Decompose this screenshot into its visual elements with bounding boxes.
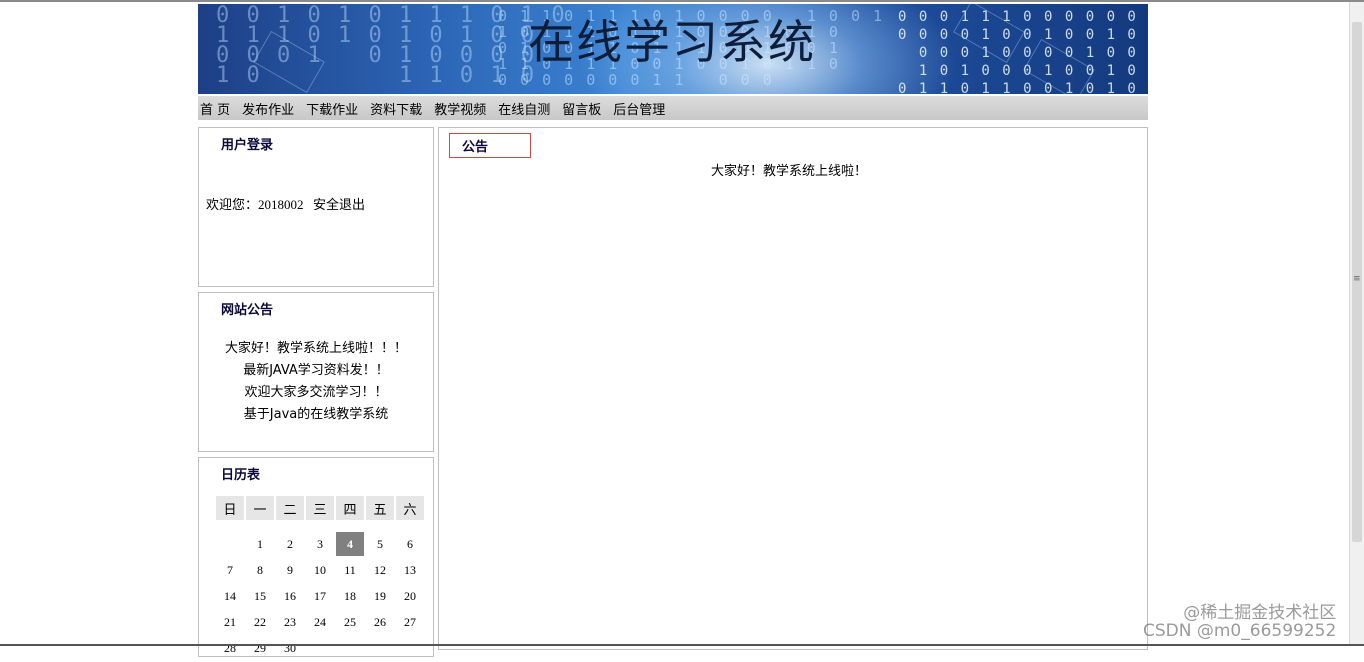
calendar-day[interactable]: 21 (216, 610, 244, 634)
announcement-message: 大家好！教学系统上线啦！ (710, 164, 867, 179)
calendar-spacer-row (216, 522, 424, 530)
watermark-line: @稀土掘金技术社区 (1183, 603, 1337, 623)
site-notice-title: 网站公告 (221, 303, 274, 318)
calendar-weekday: 二 (276, 496, 304, 520)
calendar-day[interactable]: 1 (246, 532, 274, 556)
calendar-day[interactable]: 14 (216, 584, 244, 608)
calendar-week-row: 14 15 16 17 18 19 20 (216, 584, 424, 608)
calendar-weekday: 六 (396, 496, 424, 520)
calendar-weekday: 五 (366, 496, 394, 520)
announcement-tab: 公告 (449, 133, 531, 158)
nav-item-download-homework[interactable]: 下载作业 (306, 99, 358, 118)
calendar-day[interactable]: 23 (276, 610, 304, 634)
calendar-week-row: 21 22 23 24 25 26 27 (216, 610, 424, 634)
calendar-days: 1 2 3 4 5 6 7 8 9 10 11 12 13 14 15 16 17 18 19 20 21 22 23 24 2… (216, 522, 424, 660)
site-banner: 0 0 1 0 1 0 1 1 1 0 1 0 1 1 1 0 1 0 1 0 … (198, 4, 1148, 94)
nav-item-teaching-video[interactable]: 教学视频 (434, 99, 486, 118)
nav-item-publish-homework[interactable]: 发布作业 (242, 99, 294, 118)
nav-item-message-board[interactable]: 留言板 (562, 99, 601, 118)
calendar-day[interactable]: 30 (276, 636, 304, 660)
nav-item-online-test[interactable]: 在线自测 (498, 99, 550, 118)
watermark: @稀土掘金技术社区 CSDN @m0_66599252 (1143, 604, 1336, 640)
calendar-spacer-cell (216, 522, 424, 530)
nav-item-material-download[interactable]: 资料下载 (370, 99, 422, 118)
calendar-day[interactable]: 25 (336, 610, 364, 634)
nav-item-admin[interactable]: 后台管理 (613, 99, 665, 118)
calendar-day[interactable]: 16 (276, 584, 304, 608)
calendar-day[interactable]: 9 (276, 558, 304, 582)
page-wrapper: 0 0 1 0 1 0 1 1 1 0 1 0 1 1 1 0 1 0 1 0 … (198, 4, 1148, 657)
main-content-panel: 公告 大家好！教学系统上线啦！ (438, 127, 1148, 650)
calendar-weekday: 日 (216, 496, 244, 520)
calendar-day[interactable]: 7 (216, 558, 244, 582)
logout-link[interactable]: 安全退出 (313, 194, 365, 213)
calendar-day[interactable]: 19 (366, 584, 394, 608)
announcement-tab-label: 公告 (462, 140, 489, 155)
calendar-day[interactable]: 6 (396, 532, 424, 556)
calendar-day[interactable]: 2 (276, 532, 304, 556)
main-nav: 首 页 发布作业 下载作业 资料下载 教学视频 在线自测 留言板 后台管理 (198, 96, 1148, 120)
calendar-day[interactable]: 20 (396, 584, 424, 608)
calendar-day[interactable]: 13 (396, 558, 424, 582)
calendar-day[interactable]: 18 (336, 584, 364, 608)
calendar-weekday: 三 (306, 496, 334, 520)
calendar-day[interactable]: 12 (366, 558, 394, 582)
calendar-day[interactable]: 22 (246, 610, 274, 634)
calendar-day[interactable]: 27 (396, 610, 424, 634)
notice-item[interactable]: 欢迎大家多交流学习！！ (199, 382, 433, 404)
calendar-day[interactable]: 17 (306, 584, 334, 608)
calendar-empty-cell (396, 636, 424, 660)
calendar-title: 日历表 (221, 468, 261, 483)
calendar-day[interactable]: 4 (336, 532, 364, 556)
left-sidebar: 用户登录 欢迎您：2018002 安全退出 网站公告 大家好！教学系统上线啦！！… (198, 127, 434, 662)
calendar-panel: 日历表 日 一 二 三 四 五 六 1 2 3 4 5 6 7 8 9 10 11 12 13 14 15 1… (198, 457, 434, 657)
calendar-week-row: 123456 (216, 532, 424, 556)
calendar-day[interactable]: 24 (306, 610, 334, 634)
watermark-line: CSDN @m0_66599252 (1143, 621, 1337, 641)
calendar-table: 日 一 二 三 四 五 六 1 2 3 4 5 6 7 8 9 10 11 12 13 14 15 16 17 1… (214, 494, 426, 662)
site-title: 在线学习系统 (528, 15, 816, 69)
calendar-day[interactable]: 28 (216, 636, 244, 660)
welcome-text: 欢迎您：2018002 (206, 197, 304, 212)
calendar-weekday: 四 (336, 496, 364, 520)
window-top-border (0, 0, 1364, 2)
page-scrollbar[interactable]: ≡ (1349, 2, 1364, 644)
notice-list: 大家好！教学系统上线啦！！！ 最新JAVA学习资料发！！ 欢迎大家多交流学习！！… (199, 338, 433, 426)
calendar-week-row: 7 8 9 10 11 12 13 (216, 558, 424, 582)
calendar-day[interactable]: 10 (306, 558, 334, 582)
calendar-day[interactable]: 11 (336, 558, 364, 582)
calendar-day[interactable]: 8 (246, 558, 274, 582)
calendar-day[interactable]: 5 (366, 532, 394, 556)
banner-binary-right: 0 0 0 1 1 1 0 0 0 0 0 0 0 0 0 0 0 0 0 1 … (898, 9, 1138, 94)
scrollbar-grip-icon: ≡ (1353, 274, 1361, 284)
notice-item[interactable]: 最新JAVA学习资料发！！ (199, 360, 433, 382)
site-notice-panel: 网站公告 大家好！教学系统上线啦！！！ 最新JAVA学习资料发！！ 欢迎大家多交… (198, 292, 434, 452)
login-panel: 用户登录 欢迎您：2018002 安全退出 (198, 127, 434, 287)
notice-item[interactable]: 大家好！教学系统上线啦！！！ (199, 338, 433, 360)
calendar-day[interactable]: 3 (306, 532, 334, 556)
login-panel-title: 用户登录 (221, 138, 274, 153)
calendar-empty-cell (336, 636, 364, 660)
calendar-day[interactable]: 26 (366, 610, 394, 634)
calendar-empty-cell (366, 636, 394, 660)
calendar-empty-cell (216, 532, 244, 556)
nav-item-home[interactable]: 首 页 (200, 99, 230, 118)
calendar-weekday: 一 (246, 496, 274, 520)
calendar-week-row: 28 29 30 (216, 636, 424, 660)
notice-item[interactable]: 基于Java的在线教学系统 (199, 404, 433, 426)
calendar-day[interactable]: 15 (246, 584, 274, 608)
calendar-day[interactable]: 29 (246, 636, 274, 660)
calendar-empty-cell (306, 636, 334, 660)
